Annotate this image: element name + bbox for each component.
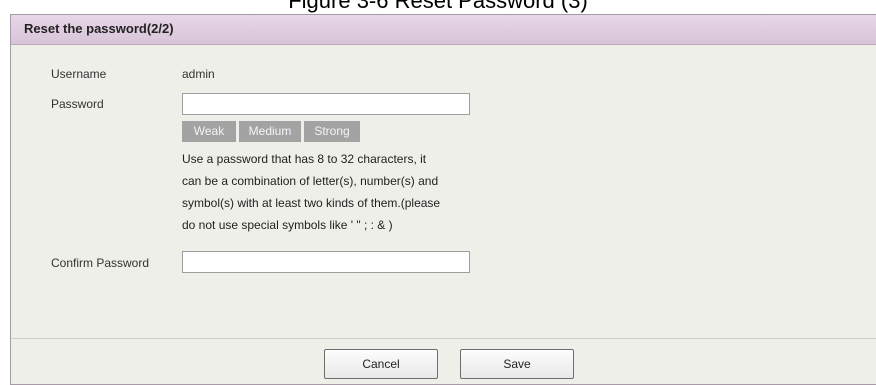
password-label: Password <box>51 97 104 111</box>
save-button[interactable]: Save <box>460 349 574 379</box>
footer-divider <box>11 338 876 339</box>
dialog-title: Reset the password(2/2) <box>11 15 876 45</box>
hint-line: can be a combination of letter(s), numbe… <box>182 174 439 188</box>
password-field[interactable] <box>182 93 470 115</box>
hint-line: symbol(s) with at least two kinds of the… <box>182 196 441 210</box>
username-label: Username <box>51 67 107 81</box>
username-value: admin <box>182 67 215 81</box>
password-hint: Use a password that has 8 to 32 characte… <box>182 148 482 236</box>
strength-medium: Medium <box>239 121 301 142</box>
strength-strong: Strong <box>304 121 360 142</box>
reset-password-dialog: Reset the password(2/2) Username admin P… <box>10 14 876 385</box>
figure-caption: Figure 3-6 Reset Password (3) <box>288 0 588 13</box>
hint-line: do not use special symbols like ' " ; : … <box>182 218 393 232</box>
password-strength-indicator: Weak Medium Strong <box>182 121 360 142</box>
cancel-button[interactable]: Cancel <box>324 349 438 379</box>
strength-weak: Weak <box>182 121 236 142</box>
hint-line: Use a password that has 8 to 32 characte… <box>182 152 427 166</box>
confirm-password-label: Confirm Password <box>51 256 150 270</box>
confirm-password-field[interactable] <box>182 251 470 273</box>
